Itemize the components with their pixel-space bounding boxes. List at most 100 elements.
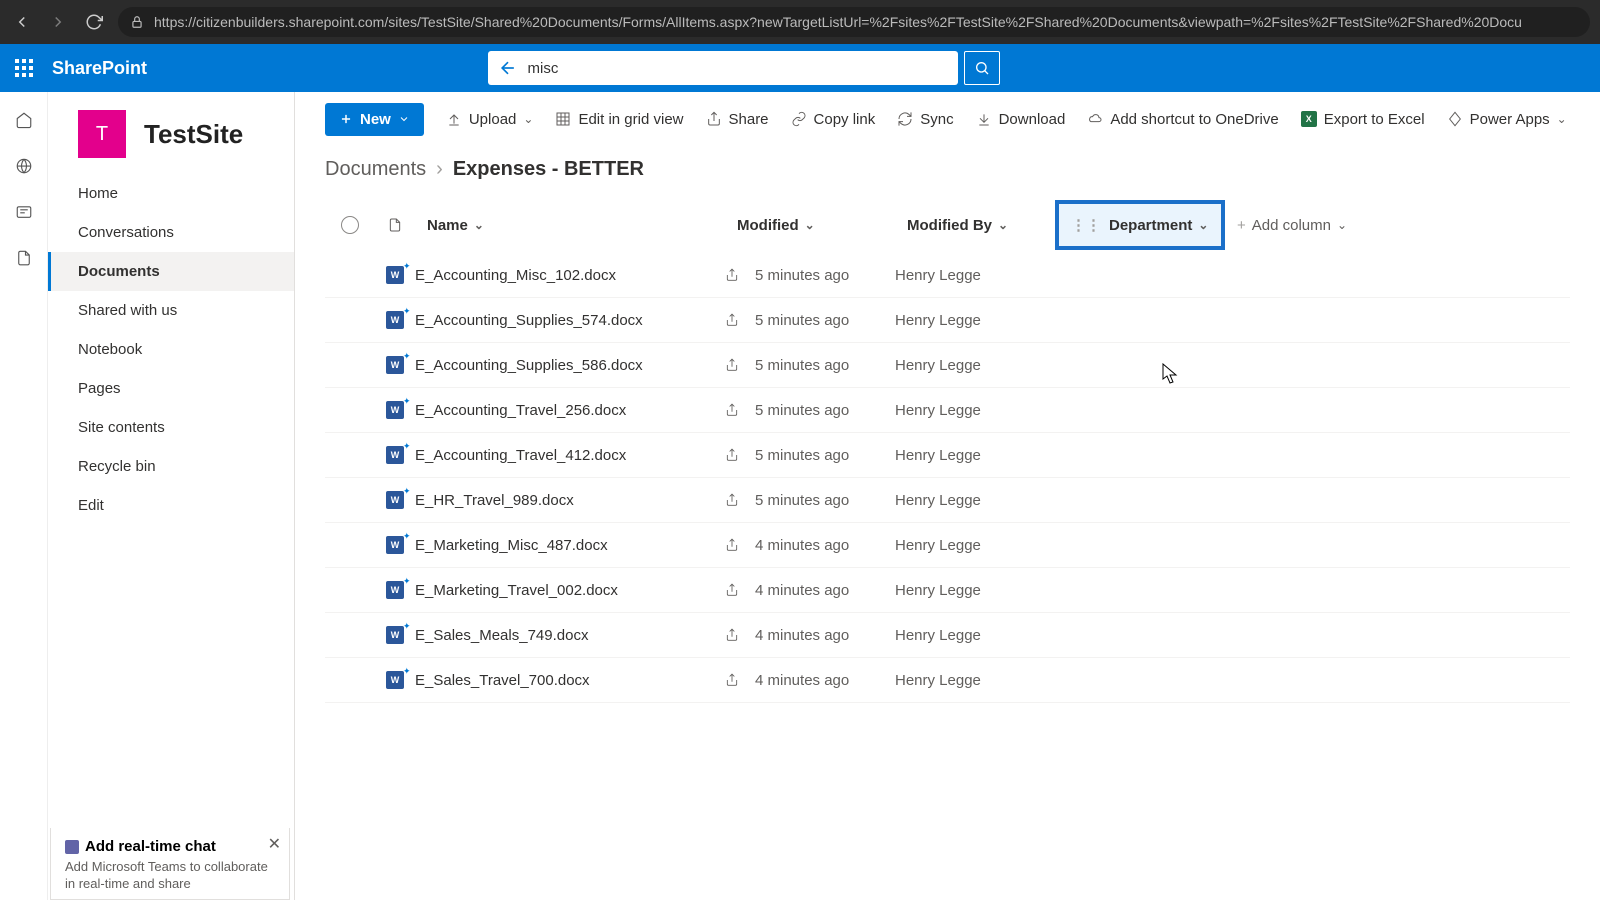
search-button[interactable] <box>964 51 1000 85</box>
share-indicator-icon[interactable] <box>725 493 741 507</box>
table-row[interactable]: WE_Sales_Travel_700.docx4 minutes agoHen… <box>325 658 1570 703</box>
modified-header[interactable]: Modified⌄ <box>725 205 895 246</box>
modified-by[interactable]: Henry Legge <box>895 357 1055 374</box>
sidenav-item-edit[interactable]: Edit <box>48 486 294 525</box>
modified-by[interactable]: Henry Legge <box>895 627 1055 644</box>
table-row[interactable]: WE_HR_Travel_989.docx5 minutes agoHenry … <box>325 478 1570 523</box>
shortcut-button[interactable]: Add shortcut to OneDrive <box>1087 111 1278 128</box>
share-indicator-icon[interactable] <box>725 358 741 372</box>
power-apps-button[interactable]: Power Apps⌄ <box>1447 111 1567 128</box>
file-name[interactable]: E_Accounting_Travel_412.docx <box>415 447 626 464</box>
file-type-header[interactable] <box>375 217 415 233</box>
url-bar[interactable]: https://citizenbuilders.sharepoint.com/s… <box>118 7 1590 37</box>
modified-by[interactable]: Henry Legge <box>895 537 1055 554</box>
app-launcher[interactable] <box>0 44 48 92</box>
share-indicator-icon[interactable] <box>725 313 741 327</box>
new-button[interactable]: New <box>325 103 424 136</box>
url-text: https://citizenbuilders.sharepoint.com/s… <box>154 14 1522 30</box>
suite-bar: SharePoint <box>0 44 1600 92</box>
copy-link-button[interactable]: Copy link <box>791 111 876 128</box>
forward-button[interactable] <box>46 10 70 34</box>
search-back-icon[interactable] <box>498 58 518 78</box>
table-row[interactable]: WE_Accounting_Supplies_586.docx5 minutes… <box>325 343 1570 388</box>
modified-by[interactable]: Henry Legge <box>895 582 1055 599</box>
sidenav-item-documents[interactable]: Documents <box>48 252 294 291</box>
share-indicator-icon[interactable] <box>725 583 741 597</box>
modified-by[interactable]: Henry Legge <box>895 402 1055 419</box>
share-indicator-icon[interactable] <box>725 628 741 642</box>
chevron-down-icon: ⌄ <box>998 218 1008 232</box>
reload-button[interactable] <box>82 10 106 34</box>
sidenav-item-home[interactable]: Home <box>48 174 294 213</box>
modified-by[interactable]: Henry Legge <box>895 492 1055 509</box>
download-button[interactable]: Download <box>976 111 1066 128</box>
search-input[interactable] <box>488 51 958 85</box>
sync-button[interactable]: Sync <box>897 111 953 128</box>
table-row[interactable]: WE_Marketing_Misc_487.docx4 minutes agoH… <box>325 523 1570 568</box>
chevron-down-icon: ⌄ <box>805 218 815 232</box>
modified-by[interactable]: Henry Legge <box>895 312 1055 329</box>
table-row[interactable]: WE_Accounting_Supplies_574.docx5 minutes… <box>325 298 1570 343</box>
name-header[interactable]: Name⌄ <box>415 205 725 246</box>
modified-by[interactable]: Henry Legge <box>895 267 1055 284</box>
sidenav-item-shared-with-us[interactable]: Shared with us <box>48 291 294 330</box>
sidenav-item-pages[interactable]: Pages <box>48 369 294 408</box>
add-column-button[interactable]: +Add column⌄ <box>1225 205 1385 246</box>
sidenav-item-recycle-bin[interactable]: Recycle bin <box>48 447 294 486</box>
table-row[interactable]: WE_Marketing_Travel_002.docx4 minutes ag… <box>325 568 1570 613</box>
breadcrumb-root[interactable]: Documents <box>325 158 426 181</box>
file-name[interactable]: E_HR_Travel_989.docx <box>415 492 574 509</box>
browser-bar: https://citizenbuilders.sharepoint.com/s… <box>0 0 1600 44</box>
chevron-down-icon: ⌄ <box>1557 112 1567 126</box>
breadcrumb: Documents › Expenses - BETTER <box>295 146 1600 197</box>
sidenav-item-site-contents[interactable]: Site contents <box>48 408 294 447</box>
site-name[interactable]: TestSite <box>144 119 243 150</box>
home-icon[interactable] <box>14 110 34 130</box>
side-nav: HomeConversationsDocumentsShared with us… <box>48 168 294 525</box>
share-indicator-icon[interactable] <box>725 448 741 462</box>
suite-title[interactable]: SharePoint <box>48 58 147 79</box>
file-name[interactable]: E_Accounting_Supplies_574.docx <box>415 312 643 329</box>
share-indicator-icon[interactable] <box>725 673 741 687</box>
table-row[interactable]: WE_Accounting_Travel_412.docx5 minutes a… <box>325 433 1570 478</box>
file-name[interactable]: E_Marketing_Travel_002.docx <box>415 582 618 599</box>
modified-time: 4 minutes ago <box>755 537 849 554</box>
file-name[interactable]: E_Sales_Meals_749.docx <box>415 627 588 644</box>
modified-by[interactable]: Henry Legge <box>895 672 1055 689</box>
file-name[interactable]: E_Accounting_Misc_102.docx <box>415 267 616 284</box>
department-header[interactable]: ⋮⋮Department⌄ <box>1055 200 1225 250</box>
file-name[interactable]: E_Sales_Travel_700.docx <box>415 672 590 689</box>
file-name[interactable]: E_Accounting_Supplies_586.docx <box>415 357 643 374</box>
toolbar: New Upload⌄ Edit in grid view Share Copy… <box>295 92 1600 146</box>
chevron-down-icon: ⌄ <box>523 112 533 126</box>
news-icon[interactable] <box>14 202 34 222</box>
modified-by[interactable]: Henry Legge <box>895 447 1055 464</box>
word-icon: W <box>386 491 404 509</box>
globe-icon[interactable] <box>14 156 34 176</box>
power-apps-icon <box>1447 111 1463 127</box>
share-button[interactable]: Share <box>706 111 769 128</box>
files-icon[interactable] <box>14 248 34 268</box>
file-name[interactable]: E_Accounting_Travel_256.docx <box>415 402 626 419</box>
share-indicator-icon[interactable] <box>725 403 741 417</box>
upload-button[interactable]: Upload⌄ <box>446 111 534 128</box>
table-row[interactable]: WE_Accounting_Misc_102.docx5 minutes ago… <box>325 253 1570 298</box>
select-all[interactable] <box>341 216 359 234</box>
file-name[interactable]: E_Marketing_Misc_487.docx <box>415 537 608 554</box>
sidenav-item-conversations[interactable]: Conversations <box>48 213 294 252</box>
modified-by-header[interactable]: Modified By⌄ <box>895 205 1055 246</box>
word-icon: W <box>386 446 404 464</box>
back-button[interactable] <box>10 10 34 34</box>
table-row[interactable]: WE_Accounting_Travel_256.docx5 minutes a… <box>325 388 1570 433</box>
share-indicator-icon[interactable] <box>725 268 741 282</box>
download-icon <box>976 111 992 127</box>
export-button[interactable]: XExport to Excel <box>1301 111 1425 128</box>
table-row[interactable]: WE_Sales_Meals_749.docx4 minutes agoHenr… <box>325 613 1570 658</box>
upload-icon <box>446 111 462 127</box>
site-logo[interactable]: T <box>78 110 126 158</box>
share-indicator-icon[interactable] <box>725 538 741 552</box>
close-icon[interactable]: ✕ <box>268 834 281 854</box>
sidenav-item-notebook[interactable]: Notebook <box>48 330 294 369</box>
edit-grid-button[interactable]: Edit in grid view <box>555 111 683 128</box>
word-icon: W <box>386 626 404 644</box>
